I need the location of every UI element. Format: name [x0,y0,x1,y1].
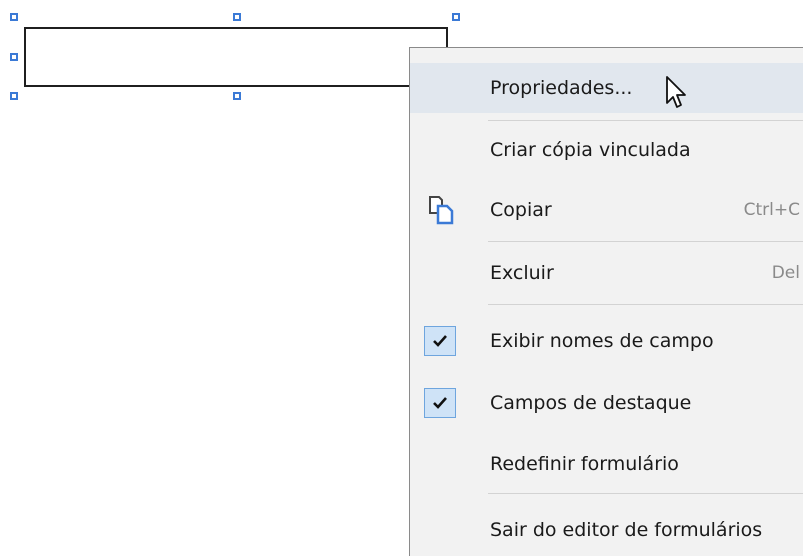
menu-item-label: Copiar [490,199,552,221]
mouse-pointer-icon [666,76,686,108]
copy-icon [429,196,454,225]
menu-item-label: Campos de destaque [490,392,692,414]
menu-item-campos-de-destaque[interactable]: Campos de destaque [410,378,803,428]
resize-handle-bottom-middle[interactable] [233,92,241,100]
selected-form-field[interactable] [24,27,448,87]
context-menu: Propriedades... Criar cópia vinculada Co… [409,47,803,556]
menu-item-redefinir-formulario[interactable]: Redefinir formulário [410,439,803,489]
menu-item-exibir-nomes-de-campo[interactable]: Exibir nomes de campo [410,316,803,366]
check-icon [424,326,456,356]
menu-separator [488,241,803,242]
menu-item-label: Excluir [490,262,554,284]
resize-handle-bottom-left[interactable] [10,92,18,100]
resize-handle-top-right[interactable] [452,13,460,21]
menu-separator [488,493,803,494]
menu-separator [488,120,803,121]
check-icon [424,388,456,418]
menu-separator [488,304,803,305]
menu-item-label: Sair do editor de formulários [490,519,763,541]
resize-handle-top-middle[interactable] [233,13,241,21]
menu-item-label: Propriedades... [490,77,633,99]
menu-item-copiar[interactable]: Copiar Ctrl+C [410,185,803,235]
form-editor-canvas: Propriedades... Criar cópia vinculada Co… [0,0,803,556]
menu-item-label: Redefinir formulário [490,453,679,475]
resize-handle-middle-left[interactable] [10,53,18,61]
menu-item-label: Criar cópia vinculada [490,139,691,161]
menu-item-propriedades[interactable]: Propriedades... [410,63,803,113]
resize-handle-top-left[interactable] [10,13,18,21]
menu-item-label: Exibir nomes de campo [490,330,714,352]
menu-item-shortcut: Del [771,263,800,283]
menu-item-excluir[interactable]: Excluir Del [410,248,803,298]
menu-item-sair-do-editor[interactable]: Sair do editor de formulários [410,505,803,555]
menu-item-shortcut: Ctrl+C [743,200,800,220]
menu-item-criar-copia-vinculada[interactable]: Criar cópia vinculada [410,125,803,175]
